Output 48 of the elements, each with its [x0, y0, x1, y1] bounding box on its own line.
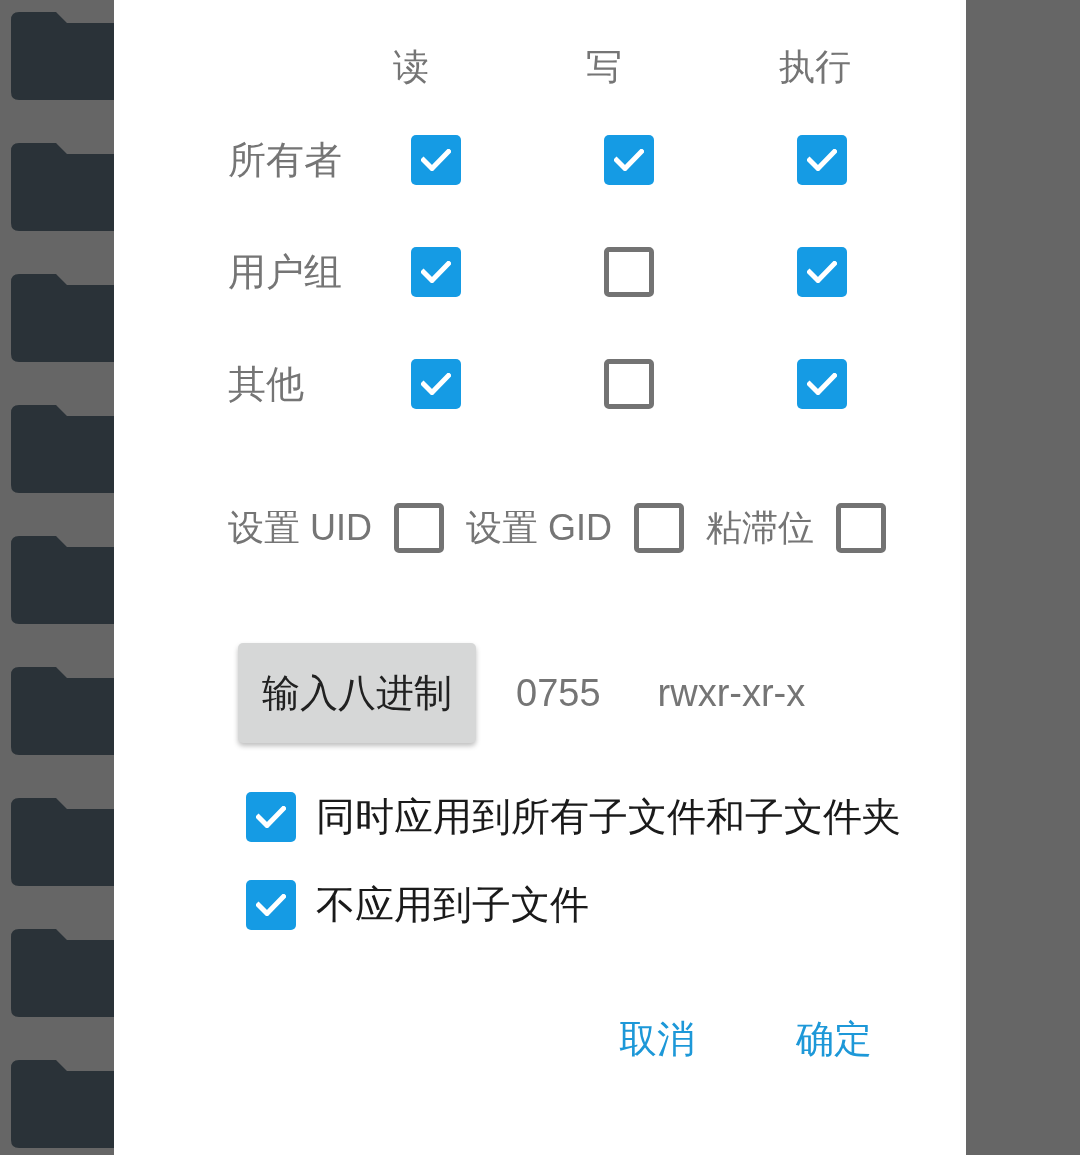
checkbox[interactable] — [394, 503, 444, 553]
checkbox[interactable] — [411, 359, 461, 409]
column-header: 写 — [586, 45, 622, 89]
check-icon — [256, 806, 286, 828]
checkbox[interactable] — [246, 880, 296, 930]
checkbox[interactable] — [797, 135, 847, 185]
checkbox[interactable] — [634, 503, 684, 553]
checkbox[interactable] — [246, 792, 296, 842]
checkbox[interactable] — [604, 135, 654, 185]
folder-icon — [11, 143, 114, 231]
check-icon — [807, 149, 837, 171]
option-label: 不应用到子文件 — [316, 882, 589, 928]
check-icon — [256, 894, 286, 916]
check-icon — [421, 373, 451, 395]
checkbox[interactable] — [604, 359, 654, 409]
folder-icon — [11, 798, 114, 886]
folder-icon — [11, 667, 114, 755]
dialog-action-button[interactable]: 取消 — [599, 1002, 715, 1076]
checkbox[interactable] — [411, 135, 461, 185]
check-icon — [614, 149, 644, 171]
row-label: 其他 — [228, 362, 305, 407]
folder-icon — [11, 1060, 114, 1148]
checkbox[interactable] — [604, 247, 654, 297]
checkbox[interactable] — [797, 247, 847, 297]
dialog-action-button[interactable]: 确定 — [776, 1002, 892, 1076]
folder-icon — [11, 12, 114, 100]
check-icon — [807, 261, 837, 283]
checkbox[interactable] — [411, 247, 461, 297]
symbolic-permissions: rwxr-xr-x — [657, 671, 806, 716]
checkbox-label: 设置 UID — [228, 506, 372, 550]
folder-icon — [11, 536, 114, 624]
row-label: 用户组 — [228, 250, 343, 295]
folder-icon — [11, 405, 114, 493]
check-icon — [421, 261, 451, 283]
checkbox-label: 设置 GID — [466, 506, 612, 550]
column-header: 执行 — [779, 45, 851, 89]
check-icon — [421, 149, 451, 171]
option-label: 同时应用到所有子文件和子文件夹 — [316, 794, 901, 840]
check-icon — [807, 373, 837, 395]
checkbox-label: 粘滞位 — [706, 506, 814, 550]
octal-value: 0755 — [516, 671, 601, 716]
column-header: 读 — [393, 45, 429, 89]
row-label: 所有者 — [228, 138, 343, 183]
folder-icon — [11, 929, 114, 1017]
octal-input-button[interactable]: 输入八进制 — [238, 643, 476, 743]
checkbox[interactable] — [836, 503, 886, 553]
folder-icon — [11, 274, 114, 362]
checkbox[interactable] — [797, 359, 847, 409]
